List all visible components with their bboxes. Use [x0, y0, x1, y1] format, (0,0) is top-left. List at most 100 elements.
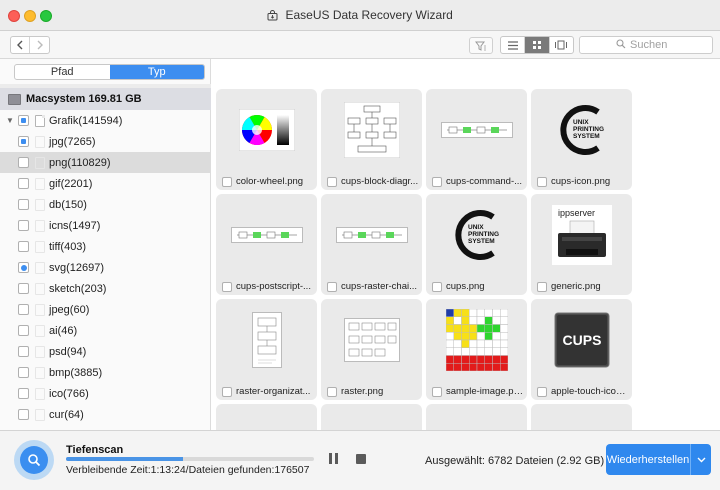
file-tile[interactable]: sample-image.png: [426, 299, 527, 400]
file-name: raster.png: [341, 386, 384, 397]
file-checkbox[interactable]: [327, 386, 337, 397]
grid-icon: [532, 41, 541, 49]
preview-view-button[interactable]: [550, 37, 573, 53]
window-title: EaseUS Data Recovery Wizard: [285, 8, 453, 22]
app-icon: [267, 10, 278, 24]
tree-item[interactable]: bmp(3885): [0, 362, 211, 383]
list-view-button[interactable]: [501, 37, 526, 53]
tree-item[interactable]: psd(94): [0, 341, 211, 362]
file-tile[interactable]: cups-raster-chai...: [321, 194, 422, 295]
svg-text:UNIX: UNIX: [573, 119, 589, 126]
file-tile[interactable]: ippserver generic.png: [531, 194, 632, 295]
file-checkbox[interactable]: [222, 281, 232, 292]
file-tile-partial[interactable]: [426, 404, 527, 430]
tree-item[interactable]: gif(2201): [0, 173, 211, 194]
tree-item-checkbox[interactable]: [18, 199, 29, 210]
search-box[interactable]: [579, 36, 713, 54]
tree-item-label: tiff(403): [49, 240, 87, 253]
file-tile[interactable]: UNIX PRINTING SYSTEM cups.png: [426, 194, 527, 295]
tree-item[interactable]: tiff(403): [0, 236, 211, 257]
file-tile[interactable]: cups-postscript-...: [216, 194, 317, 295]
file-checkbox[interactable]: [537, 386, 547, 397]
chevron-left-icon: [17, 40, 23, 50]
file-checkbox[interactable]: [432, 176, 442, 187]
file-name: cups.png: [446, 281, 485, 292]
tree-item-label: ai(46): [49, 324, 78, 337]
drive-label: Macsystem 169.81 GB: [26, 93, 142, 105]
back-button[interactable]: [11, 37, 31, 53]
tree-item-checkbox[interactable]: [18, 325, 29, 336]
file-type-icon: [35, 219, 45, 232]
file-label: cups-postscript-...: [222, 280, 314, 293]
file-checkbox[interactable]: [537, 176, 547, 187]
tree-item[interactable]: icns(1497): [0, 215, 211, 236]
file-checkbox[interactable]: [222, 176, 232, 187]
file-tile-partial[interactable]: [321, 404, 422, 430]
stop-button[interactable]: [356, 454, 366, 464]
svg-text:ippserver: ippserver: [558, 208, 595, 218]
file-thumbnail: UNIX PRINTING SYSTEM: [434, 200, 519, 270]
tree-item-checkbox[interactable]: [18, 388, 29, 399]
tree-item[interactable]: ico(766): [0, 383, 211, 404]
file-checkbox[interactable]: [537, 281, 547, 292]
tree-item[interactable]: ai(46): [0, 320, 211, 341]
file-tile-partial[interactable]: [216, 404, 317, 430]
file-label: cups-block-diagr...: [327, 175, 419, 188]
tree-item[interactable]: sketch(203): [0, 278, 211, 299]
search-icon: [616, 38, 626, 52]
filter-button[interactable]: [469, 37, 493, 54]
file-tile[interactable]: cups-block-diagr...: [321, 89, 422, 190]
file-type-icon: [35, 198, 45, 211]
file-tile[interactable]: CUPS apple-touch-icon...: [531, 299, 632, 400]
file-type-icon: [35, 135, 45, 148]
file-tile-partial[interactable]: [531, 404, 632, 430]
file-thumbnail: [224, 305, 309, 375]
recover-options-button[interactable]: [691, 444, 711, 475]
tab-type[interactable]: Typ: [109, 65, 204, 79]
file-name: cups-icon.png: [551, 176, 611, 187]
disclosure-down-icon[interactable]: ▼: [6, 116, 18, 125]
search-input[interactable]: [630, 39, 710, 51]
file-tile[interactable]: cups-command-...: [426, 89, 527, 190]
tree-item-checkbox[interactable]: [18, 346, 29, 357]
file-thumbnail: [329, 305, 414, 375]
group-checkbox[interactable]: [18, 115, 29, 126]
file-tile[interactable]: raster.png: [321, 299, 422, 400]
tree-item[interactable]: jpg(7265): [0, 131, 211, 152]
tree-item-checkbox[interactable]: [18, 367, 29, 378]
file-checkbox[interactable]: [327, 176, 337, 187]
file-tile[interactable]: color-wheel.png: [216, 89, 317, 190]
tree-item[interactable]: svg(12697): [0, 257, 211, 278]
grid-view-button[interactable]: [525, 37, 550, 53]
forward-button[interactable]: [30, 37, 49, 53]
file-name: apple-touch-icon...: [551, 386, 629, 397]
file-checkbox[interactable]: [222, 386, 232, 397]
file-thumbnail: [329, 95, 414, 165]
tree-item-checkbox[interactable]: [18, 136, 29, 147]
tree-item-checkbox[interactable]: [18, 220, 29, 231]
tree-item[interactable]: cur(64): [0, 404, 211, 425]
tree-item-checkbox[interactable]: [18, 283, 29, 294]
file-tile[interactable]: UNIX PRINTING SYSTEM cups-icon.png: [531, 89, 632, 190]
tree-item[interactable]: jpeg(60): [0, 299, 211, 320]
tree-item-checkbox[interactable]: [18, 409, 29, 420]
tree-item-checkbox[interactable]: [18, 178, 29, 189]
file-checkbox[interactable]: [432, 386, 442, 397]
file-checkbox[interactable]: [327, 281, 337, 292]
tree-item-checkbox[interactable]: [18, 304, 29, 315]
pause-button[interactable]: [327, 453, 339, 465]
tree-item-checkbox[interactable]: [18, 157, 29, 168]
tree-group-graphics[interactable]: ▼ Grafik(141594): [0, 110, 211, 131]
tree-item-label: gif(2201): [49, 177, 93, 190]
tree-item-label: bmp(3885): [49, 366, 103, 379]
drive-row[interactable]: Macsystem 169.81 GB: [0, 88, 211, 110]
file-checkbox[interactable]: [432, 281, 442, 292]
tab-path[interactable]: Pfad: [15, 65, 110, 79]
tree-item-checkbox[interactable]: [18, 262, 29, 273]
recover-button-label[interactable]: Wiederherstellen: [606, 444, 691, 475]
file-tile[interactable]: raster-organizat...: [216, 299, 317, 400]
tree-item[interactable]: png(110829): [0, 152, 211, 173]
recover-button[interactable]: Wiederherstellen: [606, 444, 711, 475]
tree-item-checkbox[interactable]: [18, 241, 29, 252]
tree-item[interactable]: db(150): [0, 194, 211, 215]
